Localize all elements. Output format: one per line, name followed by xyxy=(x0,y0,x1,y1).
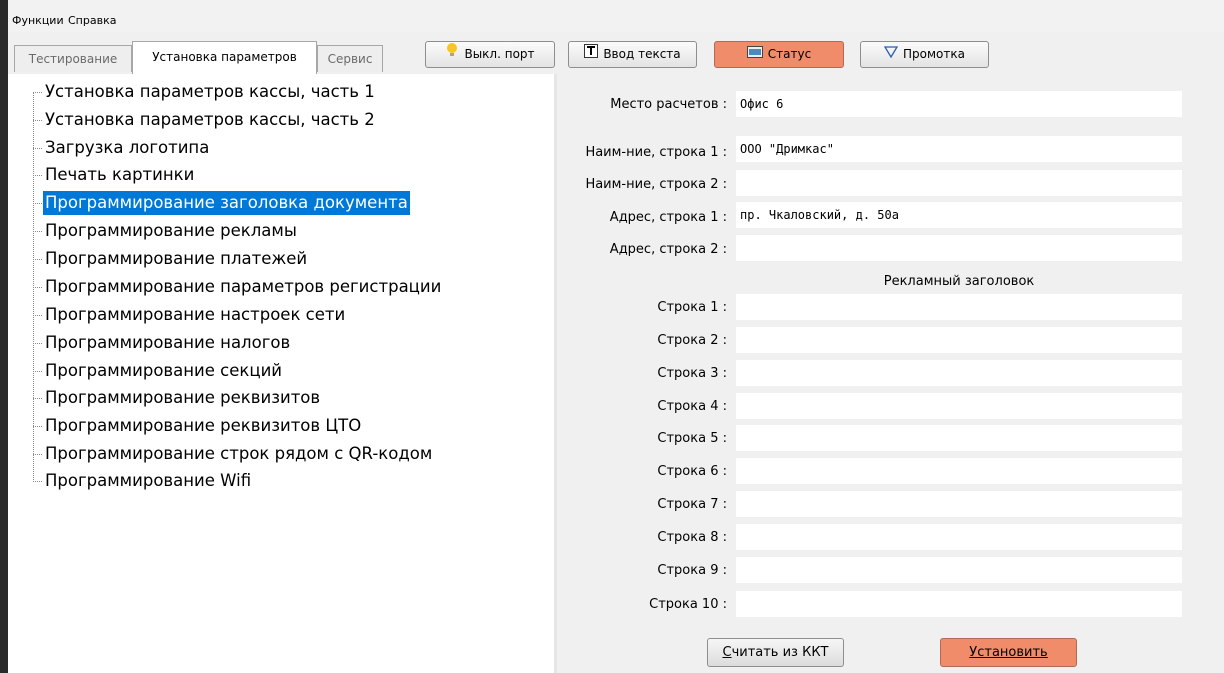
ad-line-field[interactable] xyxy=(736,393,1182,419)
read-label: читать из ККТ xyxy=(731,645,829,660)
read-mnemonic: С xyxy=(722,645,732,660)
triangle-down-icon xyxy=(883,42,899,67)
ad-line-field[interactable] xyxy=(736,458,1182,484)
tab-testing[interactable]: Тестирование xyxy=(14,45,132,72)
menu-bar: Функции Справка xyxy=(0,0,1224,32)
place-field[interactable]: Офис 6 xyxy=(736,91,1182,117)
feed-button[interactable]: Промотка xyxy=(860,41,989,68)
ad-line-field[interactable] xyxy=(736,491,1182,517)
apply-button[interactable]: Установить xyxy=(940,638,1077,667)
tab-service[interactable]: Сервис xyxy=(317,45,383,72)
ad-line-label: Строка 9 : xyxy=(657,563,727,578)
name2-field[interactable] xyxy=(736,170,1182,196)
text-input-button[interactable]: Ввод текста xyxy=(568,41,697,68)
apply-label: становить xyxy=(977,645,1048,660)
text-icon xyxy=(584,42,599,67)
ad-line-label: Строка 5 : xyxy=(657,431,727,446)
name1-label: Наим-ние, строка 1 : xyxy=(585,145,727,160)
text-input-label: Ввод текста xyxy=(603,47,681,61)
ad-header-title: Рекламный заголовок xyxy=(883,274,1035,289)
port-off-button[interactable]: Выкл. порт xyxy=(425,41,555,68)
ad-line-label: Строка 1 : xyxy=(657,300,727,315)
addr2-field[interactable] xyxy=(736,235,1182,261)
ad-line-label: Строка 4 : xyxy=(657,399,727,414)
tab-settings[interactable]: Установка параметров xyxy=(132,41,317,74)
ad-line-label: Строка 2 : xyxy=(657,333,727,348)
ad-line-label: Строка 6 : xyxy=(657,464,727,479)
lightbulb-icon xyxy=(445,42,459,67)
addr1-label: Адрес, строка 1 : xyxy=(609,210,727,225)
name1-field[interactable]: ООО "Дримкас" xyxy=(736,136,1182,162)
port-off-label: Выкл. порт xyxy=(464,47,535,61)
menu-help[interactable]: Справка xyxy=(68,15,116,27)
menu-functions[interactable]: Функции xyxy=(12,15,64,27)
ad-line-label: Строка 8 : xyxy=(657,530,727,545)
name2-label: Наим-ние, строка 2 : xyxy=(585,177,727,192)
window-edge xyxy=(0,0,8,673)
ad-line-field[interactable] xyxy=(736,557,1182,583)
status-label: Статус xyxy=(767,47,812,61)
addr1-field[interactable]: пр. Чкаловский, д. 50а xyxy=(736,202,1182,228)
ad-line-field[interactable] xyxy=(736,294,1182,320)
ad-line-field[interactable] xyxy=(736,425,1182,451)
place-label: Место расчетов : xyxy=(610,97,727,112)
ad-line-field[interactable] xyxy=(736,591,1182,617)
ad-line-label: Строка 10 : xyxy=(649,597,727,612)
ad-line-field[interactable] xyxy=(736,327,1182,353)
read-from-kkt-button[interactable]: Считать из ККТ xyxy=(707,638,844,667)
ad-line-label: Строка 7 : xyxy=(657,497,727,512)
status-button[interactable]: Статус xyxy=(714,41,844,68)
tree-guide-line xyxy=(33,92,34,480)
addr2-label: Адрес, строка 2 : xyxy=(609,242,727,257)
feed-label: Промотка xyxy=(903,47,965,61)
ad-line-label: Строка 3 : xyxy=(657,366,727,381)
ad-line-field[interactable] xyxy=(736,360,1182,386)
ad-line-field[interactable] xyxy=(736,524,1182,550)
status-icon xyxy=(746,42,763,67)
